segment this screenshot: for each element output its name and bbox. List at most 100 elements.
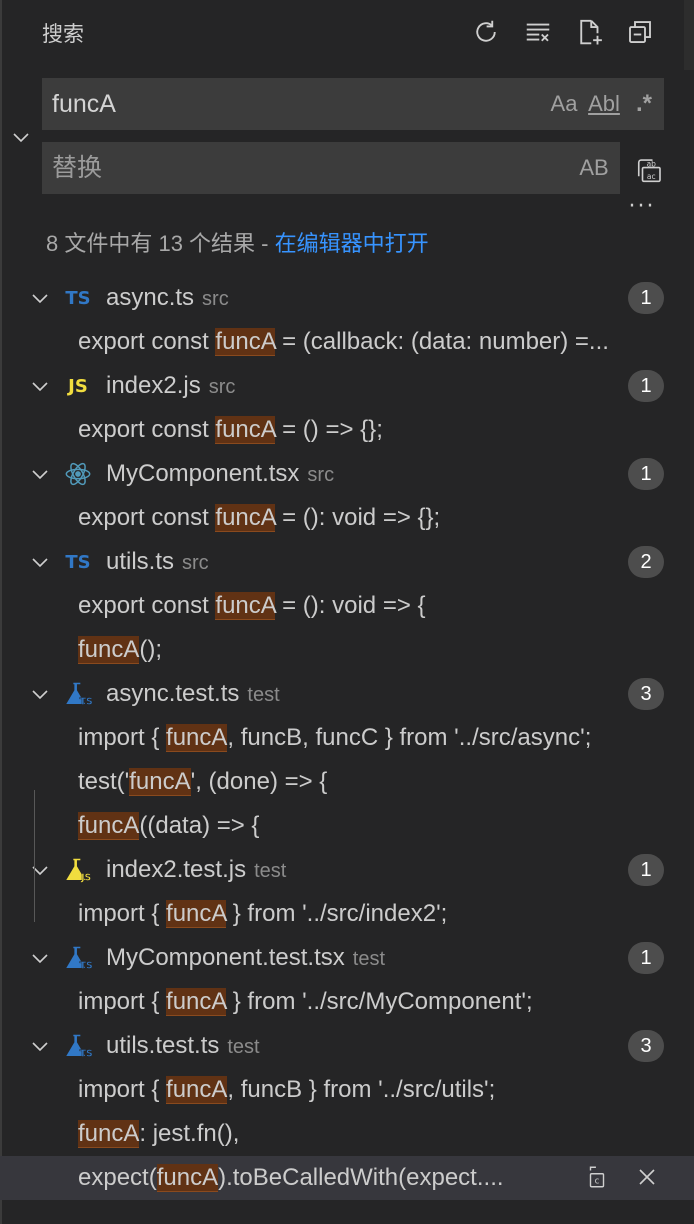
match-count-badge: 2 xyxy=(628,546,664,578)
file-name-text: async.test.ts xyxy=(106,680,240,707)
svg-text:c: c xyxy=(595,1177,600,1187)
file-row[interactable]: JS index2.test.js test 1 xyxy=(0,848,694,892)
match-highlight: funcA xyxy=(215,328,276,356)
match-case-toggle[interactable]: Aa xyxy=(544,84,584,124)
match-highlight: funcA xyxy=(78,812,140,840)
replace-all-icon[interactable]: ab ac xyxy=(630,150,670,190)
match-row[interactable]: import { funcA } from '../src/index2'; xyxy=(0,892,694,936)
match-highlight: funcA xyxy=(215,416,276,444)
file-name: index2.test.js test xyxy=(106,856,286,884)
match-row[interactable]: import { funcA, funcB, funcC } from '../… xyxy=(0,716,694,760)
chevron-down-icon[interactable] xyxy=(28,858,52,882)
match-suffix: = () => {}; xyxy=(275,416,383,443)
match-row[interactable]: export const funcA = (callback: (data: n… xyxy=(0,320,694,364)
file-row[interactable]: TS async.test.ts test 3 xyxy=(0,672,694,716)
match-suffix: ', (done) => { xyxy=(190,768,328,795)
match-prefix: import { xyxy=(78,988,167,1015)
svg-text:ac: ac xyxy=(647,172,656,181)
match-row[interactable]: funcA((data) => { xyxy=(0,804,694,848)
match-highlight: funcA xyxy=(166,900,227,928)
match-text: funcA: jest.fn(), xyxy=(78,1120,239,1148)
chevron-down-icon[interactable] xyxy=(28,1034,52,1058)
match-text: export const funcA = (): void => {}; xyxy=(78,504,440,532)
file-directory: src xyxy=(202,288,229,310)
match-suffix: } from '../src/index2'; xyxy=(226,900,448,927)
match-text: import { funcA } from '../src/index2'; xyxy=(78,900,447,928)
file-directory: test xyxy=(247,684,280,706)
match-highlight: funcA xyxy=(215,504,276,532)
search-view-header: 搜索 xyxy=(0,0,694,66)
chevron-down-icon[interactable] xyxy=(28,374,52,398)
file-name: utils.test.ts test xyxy=(106,1032,260,1060)
match-prefix: export const xyxy=(78,328,216,355)
match-row[interactable]: export const funcA = (): void => {}; xyxy=(0,496,694,540)
chevron-down-icon[interactable] xyxy=(28,946,52,970)
match-row[interactable]: funcA(); xyxy=(0,628,694,672)
match-prefix: export const xyxy=(78,592,216,619)
match-row[interactable]: export const funcA = () => {}; xyxy=(0,408,694,452)
dismiss-close-icon[interactable] xyxy=(630,1160,664,1194)
typescript-file-icon: TS xyxy=(65,287,91,309)
match-row[interactable]: import { funcA } from '../src/MyComponen… xyxy=(0,980,694,1024)
match-highlight: funcA xyxy=(78,1120,140,1148)
file-row[interactable]: JS index2.js src 1 xyxy=(0,364,694,408)
file-name-text: async.ts xyxy=(106,284,195,311)
test-file-icon: TS xyxy=(62,680,94,708)
match-highlight: funcA xyxy=(156,1164,219,1192)
refresh-icon[interactable] xyxy=(468,14,504,50)
match-text: import { funcA, funcB, funcC } from '../… xyxy=(78,724,591,752)
file-row[interactable]: MyComponent.tsx src 1 xyxy=(0,452,694,496)
test-file-icon: TS xyxy=(62,944,94,972)
match-count-badge: 1 xyxy=(628,458,664,490)
match-row[interactable]: expect(funcA).toBeCalledWith(expect.... c xyxy=(0,1156,694,1200)
chevron-down-icon[interactable] xyxy=(28,682,52,706)
match-suffix: ).toBeCalledWith(expect.... xyxy=(218,1164,504,1191)
clear-results-icon[interactable] xyxy=(520,14,556,50)
match-count-badge: 3 xyxy=(628,1030,664,1062)
chevron-down-icon[interactable] xyxy=(28,286,52,310)
match-highlight: funcA xyxy=(215,592,276,620)
match-highlight: funcA xyxy=(78,636,140,664)
collapse-all-icon[interactable] xyxy=(622,14,658,50)
file-name-text: index2.js xyxy=(106,372,201,399)
file-row[interactable]: TS MyComponent.test.tsx test 1 xyxy=(0,936,694,980)
match-text: export const funcA = () => {}; xyxy=(78,416,383,444)
match-suffix: = (callback: (data: number) =... xyxy=(275,328,609,355)
match-highlight: funcA xyxy=(129,768,191,796)
toggle-replace-chevron-icon[interactable] xyxy=(6,122,36,152)
match-count-badge: 1 xyxy=(628,942,664,974)
search-input[interactable] xyxy=(42,79,544,129)
open-in-editor-link[interactable]: 在编辑器中打开 xyxy=(275,231,429,256)
replace-icon[interactable]: c xyxy=(580,1160,614,1194)
file-name-text: MyComponent.test.tsx xyxy=(106,944,345,971)
replace-input[interactable] xyxy=(42,143,574,193)
file-row[interactable]: TS utils.ts src 2 xyxy=(0,540,694,584)
match-suffix: : jest.fn(), xyxy=(139,1120,240,1147)
preserve-case-toggle[interactable]: AB xyxy=(574,148,614,188)
match-suffix: = (): void => {}; xyxy=(275,504,441,531)
match-count-badge: 3 xyxy=(628,678,664,710)
match-suffix: , funcB } from '../src/utils'; xyxy=(227,1076,496,1103)
file-name: utils.ts src xyxy=(106,548,209,576)
match-prefix: expect( xyxy=(78,1164,157,1191)
match-row[interactable]: test('funcA', (done) => { xyxy=(0,760,694,804)
chevron-down-icon[interactable] xyxy=(28,462,52,486)
match-row[interactable]: export const funcA = (): void => { xyxy=(0,584,694,628)
results-tree: TS async.ts src 1 export const funcA = (call… xyxy=(0,276,694,1200)
match-prefix: export const xyxy=(78,504,216,531)
whole-word-toggle[interactable]: Abl xyxy=(584,84,624,124)
chevron-down-icon[interactable] xyxy=(28,550,52,574)
results-summary: 8 文件中有 13 个结果 - 在编辑器中打开 xyxy=(46,226,429,258)
regex-toggle[interactable]: .* xyxy=(624,84,664,124)
new-search-editor-icon[interactable] xyxy=(572,14,608,50)
file-row[interactable]: TS async.ts src 1 xyxy=(0,276,694,320)
match-prefix: import { xyxy=(78,900,167,927)
match-row[interactable]: import { funcA, funcB } from '../src/uti… xyxy=(0,1068,694,1112)
match-highlight: funcA xyxy=(166,1076,228,1104)
match-prefix: import { xyxy=(78,724,167,751)
javascript-file-icon: JS xyxy=(68,375,88,397)
match-count-badge: 1 xyxy=(628,282,664,314)
file-row[interactable]: TS utils.test.ts test 3 xyxy=(0,1024,694,1068)
match-row[interactable]: funcA: jest.fn(), xyxy=(0,1112,694,1156)
more-options-icon[interactable]: ··· xyxy=(624,194,660,222)
